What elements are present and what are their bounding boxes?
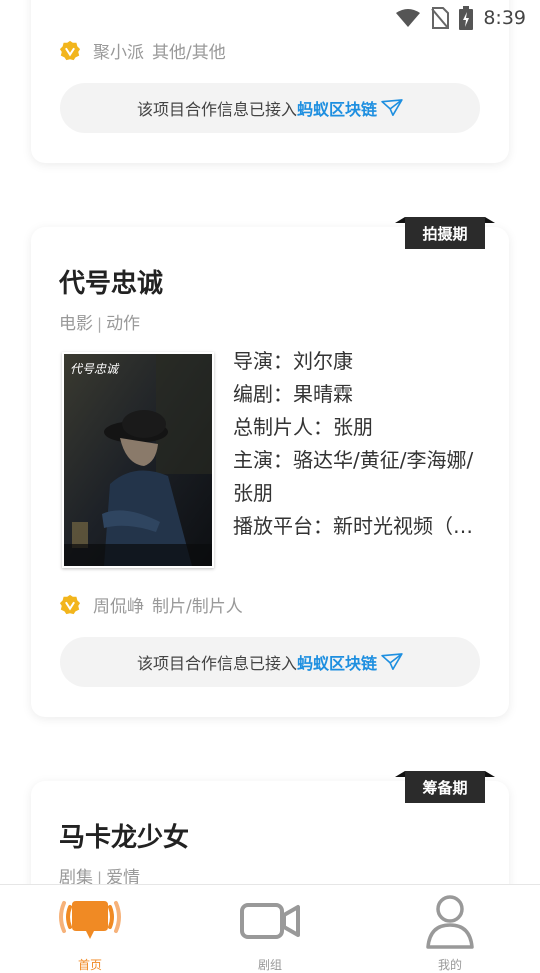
blockchain-notice[interactable]: 该项目合作信息已接入 蚂蚁区块链 — [60, 637, 480, 687]
uploader-role: 其他/其他 — [152, 43, 226, 63]
uploader-name: 聚小派 — [93, 43, 144, 63]
uploader-row: 聚小派 其他/其他 — [59, 38, 226, 63]
status-time: 8:39 — [483, 7, 526, 29]
poster-caption: 代号忠诚 — [70, 362, 119, 376]
no-sim-icon — [431, 7, 450, 29]
tab-crew[interactable]: 剧组 — [230, 893, 310, 972]
status-bar: 8:39 — [0, 0, 540, 36]
bottom-tab-bar: 首页 剧组 我的 — [0, 884, 540, 972]
blockchain-prefix: 该项目合作信息已接入 — [136, 654, 297, 673]
person-icon — [426, 895, 474, 949]
project-title[interactable]: 代号忠诚 — [59, 263, 163, 300]
battery-charging-icon — [459, 6, 474, 30]
project-card[interactable]: 拍摄期 代号忠诚 电影 | 动作 代号忠诚 导演：刘尔康 编剧：果晴霖 总制片人… — [31, 217, 509, 717]
project-title[interactable]: 马卡龙少女 — [59, 817, 189, 854]
uploader-role: 制片/制片人 — [152, 597, 243, 617]
tab-home[interactable]: 首页 — [50, 893, 130, 972]
blockchain-prefix: 该项目合作信息已接入 — [136, 100, 297, 119]
blockchain-notice[interactable]: 该项目合作信息已接入 蚂蚁区块链 — [60, 83, 480, 133]
tab-me[interactable]: 我的 — [410, 893, 490, 972]
writer-line: 编剧：果晴霖 — [233, 382, 353, 406]
blockchain-link[interactable]: 蚂蚁区块链 — [297, 96, 377, 120]
uploader-row: 周侃峥 制片/制片人 — [59, 592, 243, 617]
uploader-name: 周侃峥 — [93, 597, 144, 617]
chat-bubble-icon — [59, 901, 121, 939]
video-camera-icon — [240, 903, 300, 939]
paper-plane-icon — [381, 653, 403, 671]
stage-label: 拍摄期 — [405, 217, 485, 249]
stage-ribbon: 拍摄期 — [395, 217, 495, 249]
paper-plane-icon — [381, 99, 403, 117]
project-poster[interactable]: 代号忠诚 — [62, 352, 214, 568]
tab-crew-label: 剧组 — [257, 958, 282, 972]
project-category: 电影 — [59, 314, 93, 334]
stage-ribbon: 筹备期 — [395, 771, 495, 803]
project-genre: 动作 — [106, 314, 141, 334]
stage-label: 筹备期 — [405, 771, 485, 803]
tab-home-label: 首页 — [77, 958, 102, 972]
project-tags: 电影 | 动作 — [59, 314, 141, 334]
verified-badge-icon — [59, 40, 81, 60]
cast-line: 主演：骆达华/黄征/李海娜/张朋 — [233, 448, 474, 505]
blockchain-link[interactable]: 蚂蚁区块链 — [297, 650, 377, 674]
platform-line: 播放平台：新时光视频（… — [233, 514, 473, 538]
wifi-icon — [396, 9, 421, 27]
producer-line: 总制片人：张朋 — [233, 415, 373, 439]
director-line: 导演：刘尔康 — [233, 349, 353, 373]
tab-me-label: 我的 — [437, 958, 462, 972]
verified-badge-icon — [59, 594, 81, 614]
project-info: 导演：刘尔康 编剧：果晴霖 总制片人：张朋 主演：骆达华/黄征/李海娜/张朋 播… — [233, 345, 483, 543]
